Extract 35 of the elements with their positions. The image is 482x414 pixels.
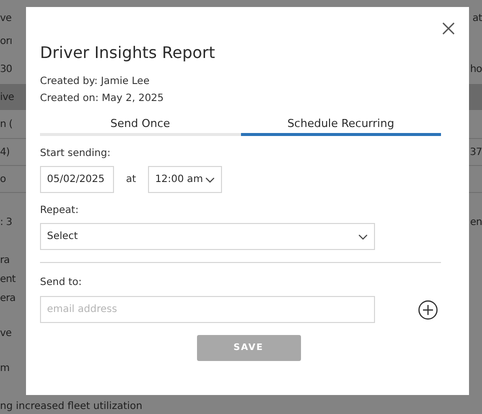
tab[interactable]: Send Once [40, 117, 240, 136]
background-text: m [0, 362, 10, 374]
background-text: ve [0, 328, 12, 338]
caret-icon [358, 234, 368, 240]
at-label: at [126, 174, 136, 185]
background-text: : 3 [0, 216, 12, 228]
add-icon[interactable] [418, 300, 438, 320]
close-icon[interactable] [442, 22, 455, 35]
background-text: ent [0, 274, 16, 284]
background-text: ho [470, 64, 482, 74]
background-text: 37 [470, 146, 482, 158]
background-text: en [470, 216, 482, 228]
created-on-text: Created on: May 2, 2025 [40, 93, 165, 104]
email-field[interactable]: email address [40, 296, 375, 323]
time-select[interactable]: 12:00 am [148, 166, 222, 193]
background-text: orı [0, 36, 12, 46]
date-field[interactable]: 05/02/2025 [40, 166, 114, 193]
background-text: 30 [0, 64, 12, 74]
background-text: ng increased fleet utilization [0, 401, 144, 412]
repeat-label: Repeat: [40, 205, 80, 216]
background-text: era [0, 292, 16, 304]
created-by-text: Created by: Jamie Lee [40, 76, 150, 87]
background-text: n ( [0, 118, 13, 130]
background-text: at [472, 12, 482, 24]
background-text: ve [0, 12, 12, 24]
dialog-title: Driver Insights Report [40, 43, 216, 62]
send-to-label: Send to: [40, 277, 83, 288]
background-text: ive [0, 92, 14, 102]
tab[interactable]: Schedule Recurring [240, 117, 441, 136]
start-sending-label: Start sending: [40, 148, 112, 159]
caret-icon [205, 176, 216, 182]
background-text: o [0, 174, 6, 184]
background-text: ra [0, 254, 10, 266]
background-text: 4) [0, 146, 10, 158]
repeat-select[interactable]: Select [40, 223, 375, 250]
